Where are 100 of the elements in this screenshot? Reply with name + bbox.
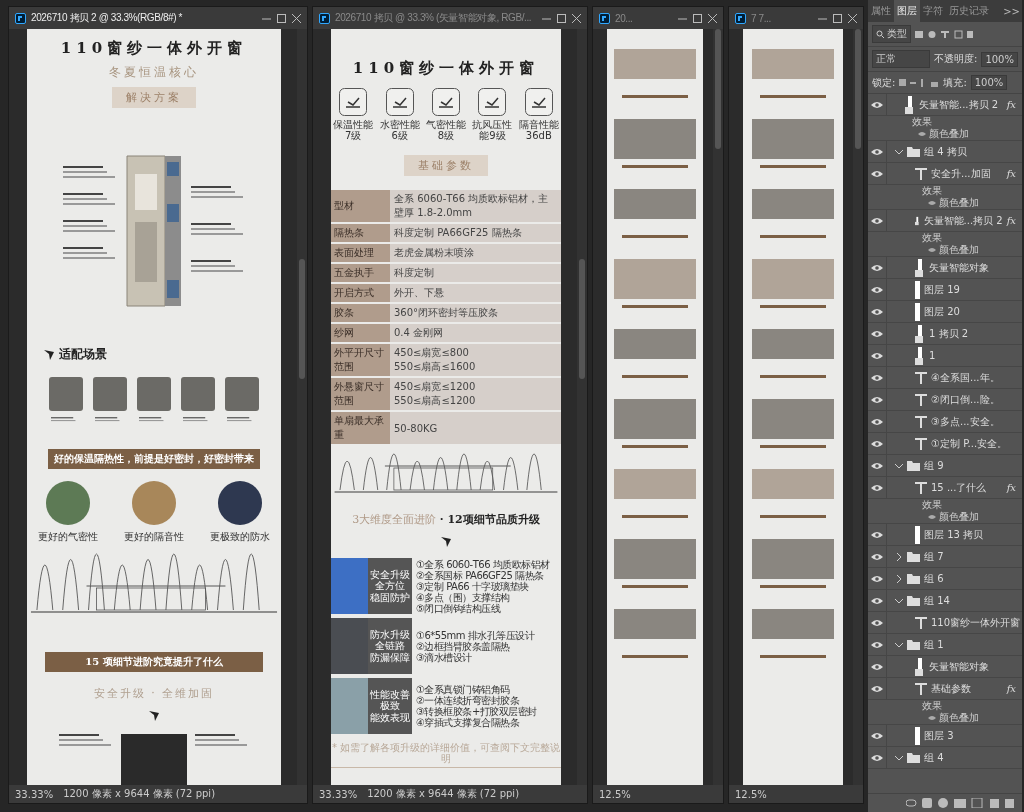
layer-row[interactable]: 110窗纱一体外开窗 [868,612,1022,634]
scrollbar[interactable] [577,29,587,785]
feature-icon [339,88,368,116]
visibility-eye-icon[interactable] [871,100,883,109]
layer-row[interactable]: 安全升...加固 fx [868,163,1022,185]
layer-row[interactable]: 矢量智能...拷贝 2 fx [868,94,1022,116]
close-icon[interactable] [708,13,717,23]
layer-thumbnail-icon [915,280,920,299]
visibility-eye-icon[interactable] [871,618,883,627]
layer-row[interactable]: ④全系国...年。 [868,367,1022,389]
disclosure-caret-icon[interactable] [895,753,903,762]
visibility-eye-icon[interactable] [871,307,883,316]
layer-row[interactable]: 基础参数 fx [868,678,1022,700]
scrollbar[interactable] [713,29,723,785]
maximize-icon[interactable] [277,13,286,23]
blend-mode-dropdown[interactable]: 正常 [872,50,930,68]
disclosure-caret-icon[interactable] [895,461,903,470]
layer-row[interactable]: 矢量智能对象 [868,656,1022,678]
visibility-eye-icon[interactable] [918,131,926,137]
layer-row[interactable]: ①定制 P...安全。 [868,433,1022,455]
callout-text-drawing [63,166,117,181]
visibility-eye-icon[interactable] [928,247,936,253]
visibility-eye-icon[interactable] [871,662,883,671]
layer-row[interactable]: 1 拷贝 2 [868,323,1022,345]
visibility-eye-icon[interactable] [871,285,883,294]
lock-icons-drawing[interactable] [899,78,940,87]
opacity-label: 不透明度: [934,52,978,66]
maximize-icon[interactable] [557,13,566,23]
scrollbar[interactable] [297,29,307,785]
photo-placeholder [93,377,127,411]
disclosure-caret-icon[interactable] [895,640,903,649]
layer-row[interactable]: 图层 13 拷贝 [868,524,1022,546]
layer-row[interactable]: 组 4 拷贝 [868,141,1022,163]
filter-icons-drawing[interactable] [915,29,975,39]
layer-row[interactable]: 图层 20 [868,301,1022,323]
visibility-eye-icon[interactable] [871,147,883,156]
maximize-icon[interactable] [833,13,842,23]
visibility-eye-icon[interactable] [871,530,883,539]
fx-label: fx [1006,99,1016,110]
visibility-eye-icon[interactable] [871,574,883,583]
disclosure-caret-icon[interactable] [895,552,903,561]
zoom-level: 12.5% [599,788,631,800]
visibility-eye-icon[interactable] [871,731,883,740]
layer-row[interactable]: 15 ...了什么 fx [868,477,1022,499]
visibility-eye-icon[interactable] [871,329,883,338]
visibility-eye-icon[interactable] [871,640,883,649]
disclosure-caret-icon[interactable] [895,596,903,605]
layer-row[interactable]: ③多点...安全。 [868,411,1022,433]
scrollbar[interactable] [853,29,863,785]
panel-tab[interactable]: 历史记录 [946,0,992,22]
opacity-field[interactable]: 100% [981,51,1018,67]
panel-menu-button[interactable]: >> [1001,5,1022,17]
visibility-eye-icon[interactable] [928,514,936,520]
layer-row[interactable]: 组 9 [868,455,1022,477]
visibility-eye-icon[interactable] [871,461,883,470]
visibility-eye-icon[interactable] [871,753,883,762]
visibility-eye-icon[interactable] [871,439,883,448]
layer-name: 图层 19 [924,282,960,297]
visibility-eye-icon[interactable] [928,200,936,206]
layer-row[interactable]: 组 7 [868,546,1022,568]
panel-tab[interactable]: 属性 [868,0,894,22]
visibility-eye-icon[interactable] [871,395,883,404]
visibility-eye-icon[interactable] [871,552,883,561]
filter-dropdown[interactable]: 类型 [872,25,911,43]
disclosure-caret-icon[interactable] [895,574,903,583]
close-icon[interactable] [848,13,857,23]
maximize-icon[interactable] [693,13,702,23]
visibility-eye-icon[interactable] [871,351,883,360]
visibility-eye-icon[interactable] [928,715,936,721]
layer-name: 安全升...加固 [931,166,991,181]
layer-row[interactable]: 组 4 [868,747,1022,769]
panel-tab[interactable]: 字符 [920,0,946,22]
close-icon[interactable] [572,13,581,23]
visibility-eye-icon[interactable] [871,684,883,693]
effects-label: 效果 [921,232,943,244]
visibility-eye-icon[interactable] [871,417,883,426]
layer-row[interactable]: 图层 19 [868,279,1022,301]
layer-name: 矢量智能...拷贝 2 [923,213,1003,228]
fill-field[interactable]: 100% [970,75,1008,90]
smart-object-thumbnail-icon [905,95,915,114]
layer-row[interactable]: 组 14 [868,590,1022,612]
visibility-eye-icon[interactable] [871,596,883,605]
layer-row[interactable]: 1 [868,345,1022,367]
visibility-eye-icon[interactable] [871,373,883,382]
panel-tab[interactable]: 图层 [894,0,920,22]
layer-row[interactable]: 组 1 [868,634,1022,656]
layer-row[interactable]: 图层 3 [868,725,1022,747]
visibility-eye-icon[interactable] [871,169,883,178]
visibility-eye-icon[interactable] [871,263,883,272]
visibility-eye-icon[interactable] [871,483,883,492]
layer-row[interactable]: 组 6 [868,568,1022,590]
close-icon[interactable] [292,13,301,23]
layer-row[interactable]: 矢量智能...拷贝 2 fx [868,210,1022,232]
layer-row[interactable]: 矢量智能对象 [868,257,1022,279]
visibility-eye-icon[interactable] [871,216,883,225]
layer-row[interactable]: ②闭口倒...险。 [868,389,1022,411]
photo-placeholder [331,678,368,734]
layer-actions-drawing[interactable] [906,798,1016,808]
disclosure-caret-icon[interactable] [895,147,903,156]
spec-label: 隔热条 [331,224,390,242]
